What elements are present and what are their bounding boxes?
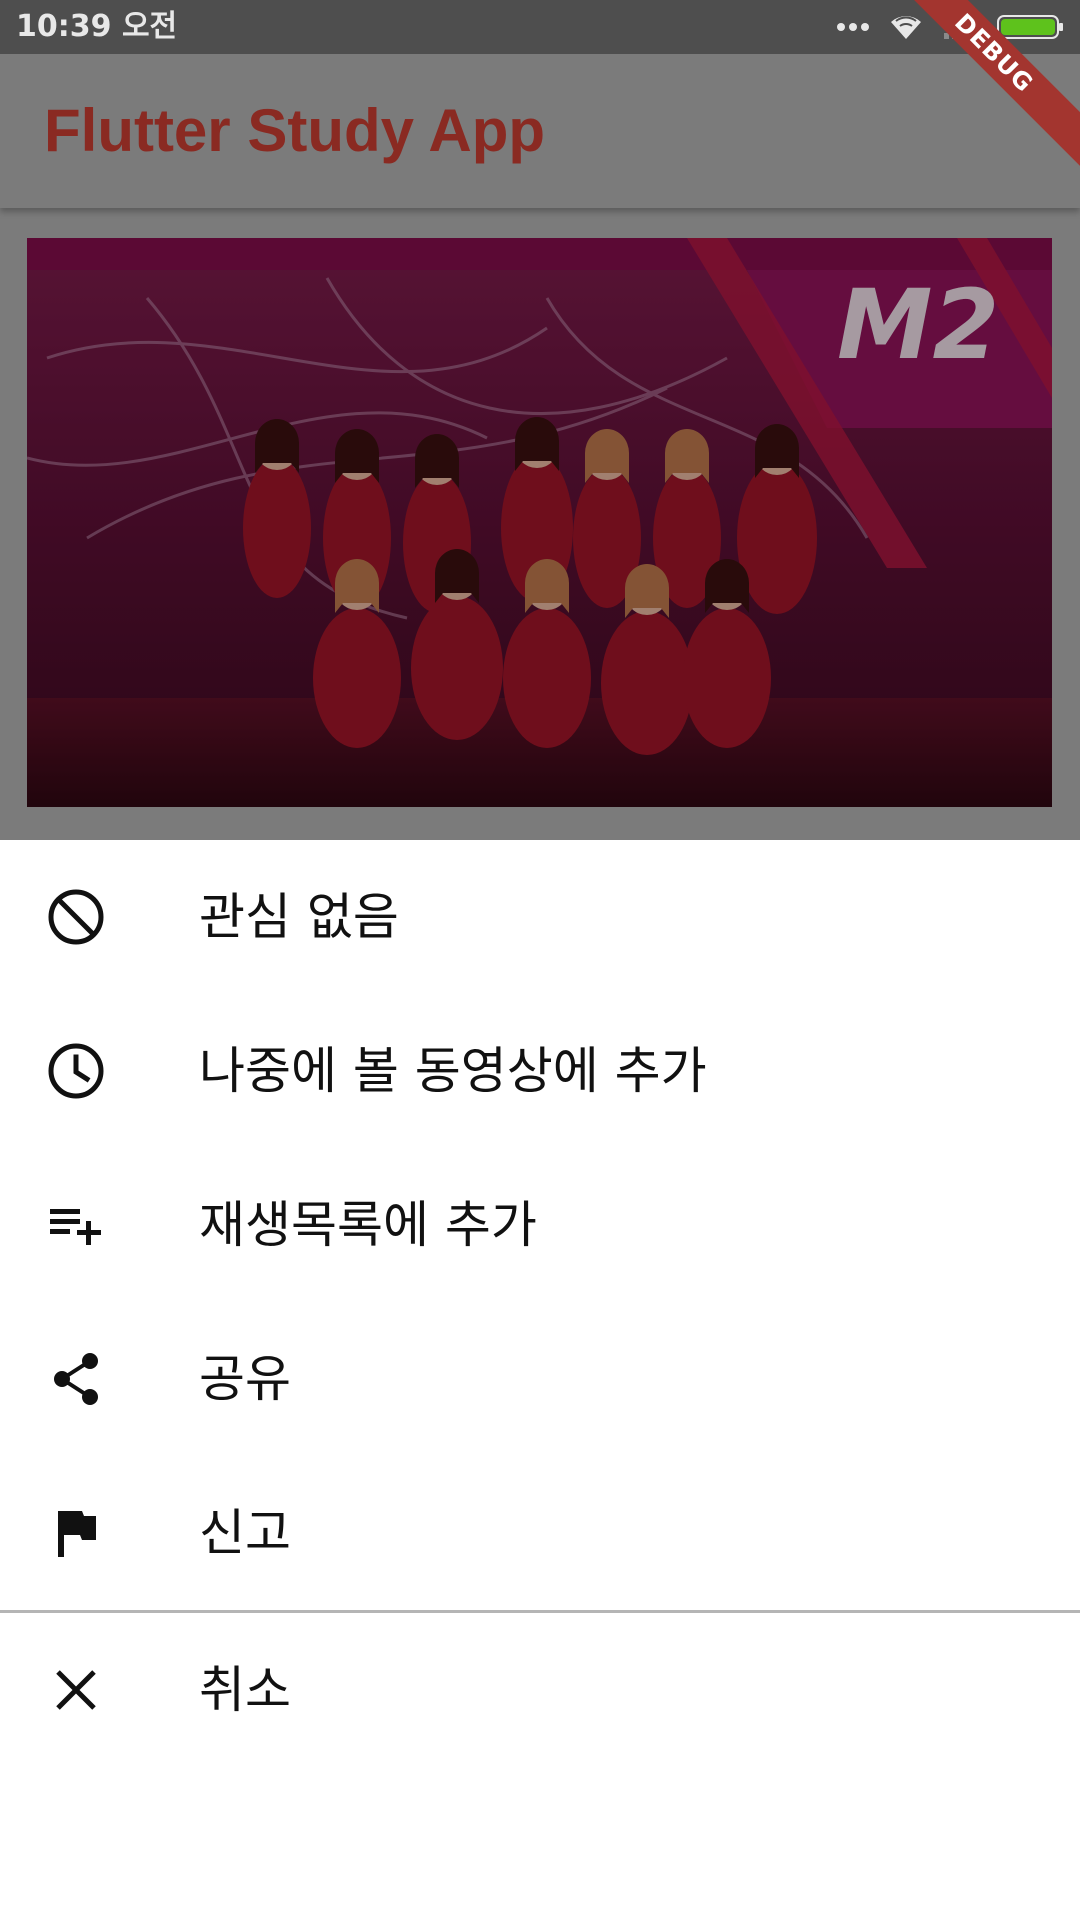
- more-dots-icon: [836, 22, 870, 32]
- app-bar: Flutter Study App: [0, 54, 1080, 208]
- thumbnail-image: M2: [27, 238, 1052, 807]
- status-bar: 10:39 오전: [0, 0, 1080, 54]
- screen: 10:39 오전 Flutter Study App DEBUG M2 관심 없…: [0, 0, 1080, 1920]
- close-icon: [46, 1660, 106, 1720]
- sheet-item-share[interactable]: 공유: [0, 1302, 1080, 1456]
- clock-icon: [46, 1041, 106, 1101]
- sheet-item-label: 재생목록에 추가: [199, 1196, 537, 1254]
- video-thumbnail[interactable]: M2: [27, 238, 1052, 807]
- sheet-item-report[interactable]: 신고: [0, 1456, 1080, 1610]
- share-icon: [46, 1349, 106, 1409]
- cancel-button[interactable]: 취소: [0, 1613, 1080, 1767]
- wifi-icon: [888, 13, 924, 41]
- battery-icon: [996, 13, 1066, 41]
- sheet-item-label: 신고: [199, 1504, 291, 1562]
- app-title: Flutter Study App: [44, 97, 546, 164]
- sheet-item-label: 관심 없음: [199, 888, 399, 946]
- sheet-item-add-to-playlist[interactable]: 재생목록에 추가: [0, 1148, 1080, 1302]
- flag-icon: [46, 1503, 106, 1563]
- sheet-item-label: 공유: [199, 1350, 291, 1408]
- sheet-item-not-interested[interactable]: 관심 없음: [0, 840, 1080, 994]
- bottom-sheet: 관심 없음 나중에 볼 동영상에 추가 재생목록에 추가 공유 신고 취소: [0, 840, 1080, 1920]
- playlist-add-icon: [46, 1195, 106, 1255]
- sheet-item-label: 나중에 볼 동영상에 추가: [199, 1042, 707, 1100]
- block-icon: [46, 887, 106, 947]
- cancel-label: 취소: [199, 1661, 291, 1719]
- sheet-item-watch-later[interactable]: 나중에 볼 동영상에 추가: [0, 994, 1080, 1148]
- status-time: 10:39 오전: [16, 9, 178, 44]
- page-body: M2: [0, 208, 1080, 840]
